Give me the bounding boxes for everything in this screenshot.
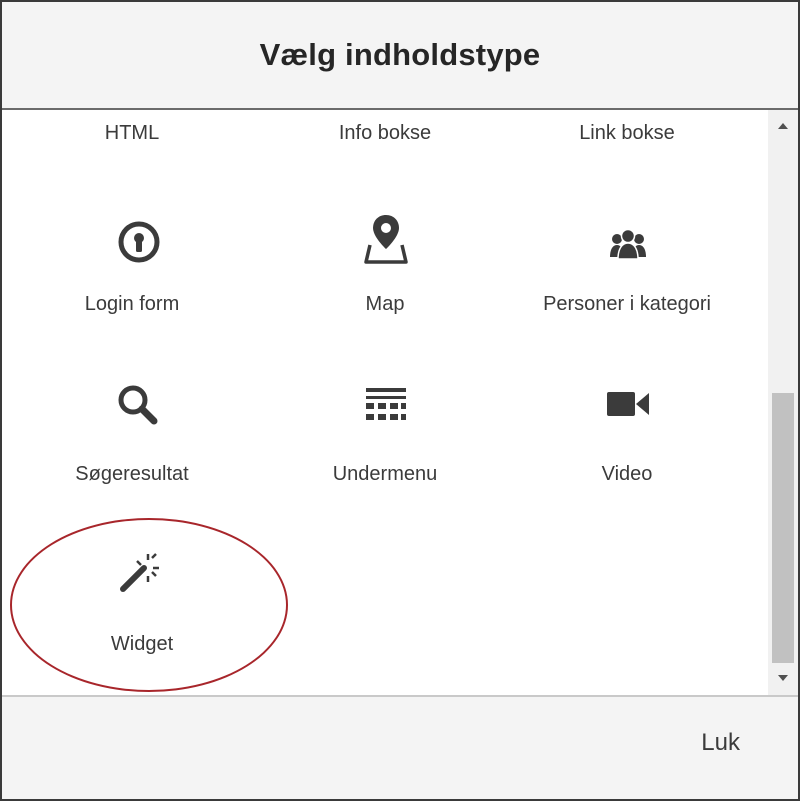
map-pin-icon[interactable] (356, 209, 416, 269)
scroll-down-arrow-icon[interactable] (768, 666, 798, 690)
content-type-grid: HTML Info bokse Link bokse Login form Ma… (2, 110, 768, 695)
content-type-sogeresultat[interactable]: Søgeresultat (2, 463, 262, 486)
content-type-video[interactable]: Video (497, 463, 757, 486)
dialog-title: Vælg indholdstype (259, 37, 541, 72)
content-type-undermenu[interactable]: Undermenu (255, 463, 515, 486)
users-icon[interactable] (598, 214, 658, 274)
keyhole-icon[interactable] (109, 212, 169, 272)
content-type-link-bokse[interactable]: Link bokse (497, 122, 757, 145)
content-type-dialog: Vælg indholdstype HTML Info bokse Link b… (0, 0, 800, 801)
content-type-info-bokse[interactable]: Info bokse (255, 122, 515, 145)
scroll-up-arrow-icon[interactable] (768, 114, 798, 138)
content-type-map[interactable]: Map (255, 293, 515, 316)
submenu-icon[interactable] (356, 374, 416, 434)
scrollbar-thumb[interactable] (772, 393, 794, 663)
content-type-widget[interactable]: Widget (12, 633, 272, 656)
close-button[interactable]: Luk (701, 729, 740, 757)
dialog-footer: Luk (2, 695, 798, 799)
content-type-html[interactable]: HTML (2, 122, 262, 145)
vertical-scrollbar[interactable] (768, 110, 798, 695)
search-icon[interactable] (107, 374, 167, 434)
content-type-personer-i-kategori[interactable]: Personer i kategori (497, 293, 757, 316)
magic-wand-icon[interactable] (109, 543, 169, 603)
dialog-header: Vælg indholdstype (2, 2, 798, 110)
video-camera-icon[interactable] (598, 374, 658, 434)
content-type-login-form[interactable]: Login form (2, 293, 262, 316)
